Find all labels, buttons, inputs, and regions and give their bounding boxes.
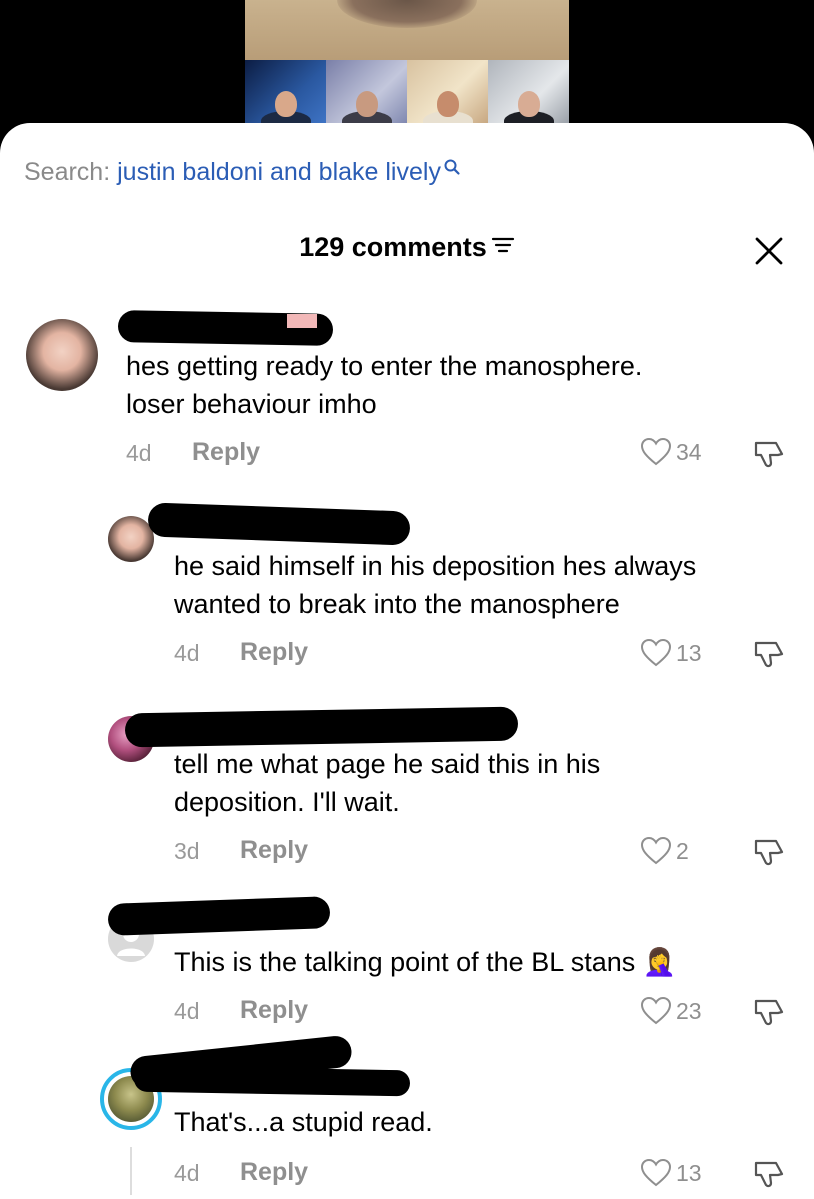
thread-line (130, 1147, 132, 1195)
like-button[interactable]: 34 (640, 437, 702, 467)
flag-icon (287, 314, 317, 328)
search-query-link[interactable]: justin baldoni and blake lively (117, 158, 441, 186)
like-button[interactable]: 23 (640, 996, 702, 1026)
reply-button[interactable]: Reply (240, 1158, 308, 1187)
avatar[interactable] (108, 516, 154, 562)
redacted-username (124, 706, 519, 748)
like-button[interactable]: 13 (640, 1158, 702, 1188)
heart-icon (640, 836, 672, 865)
search-icon[interactable] (443, 154, 461, 183)
comment-text: That's...a stupid read. (174, 1107, 433, 1137)
video-thumbnail-strip (245, 60, 569, 123)
reply-button[interactable]: Reply (240, 996, 308, 1025)
thumbnail-4 (488, 60, 569, 123)
like-button[interactable]: 2 (640, 836, 689, 866)
comment-count: 129 comments (299, 232, 487, 262)
dislike-icon[interactable] (752, 639, 786, 674)
reply-button[interactable]: Reply (240, 836, 308, 865)
thumbnail-2 (326, 60, 407, 123)
comment-time: 4d (174, 640, 200, 666)
reply-button[interactable]: Reply (192, 438, 260, 467)
redacted-username (133, 1065, 411, 1097)
comment-text: hes getting ready to enter the manospher… (126, 351, 643, 419)
heart-icon (640, 996, 672, 1025)
dislike-icon[interactable] (752, 997, 786, 1032)
heart-icon (640, 1158, 672, 1187)
comment-text: This is the talking point of the BL stan… (174, 947, 677, 977)
heart-icon (640, 638, 672, 667)
comment-time: 4d (126, 440, 152, 466)
dislike-icon[interactable] (752, 1159, 786, 1194)
heart-icon (640, 437, 672, 466)
dislike-icon[interactable] (752, 439, 786, 474)
comment-text: he said himself in his deposition hes al… (174, 551, 697, 619)
comment-time: 4d (174, 1160, 200, 1186)
like-button[interactable]: 13 (640, 638, 702, 668)
comment-time: 4d (174, 998, 200, 1024)
reply-button[interactable]: Reply (240, 638, 308, 667)
search-label: Search: (24, 158, 111, 186)
like-count: 23 (676, 997, 702, 1024)
filter-icon[interactable] (491, 231, 515, 262)
like-count: 34 (676, 438, 702, 465)
search-suggestion[interactable]: Search: justin baldoni and blake lively (24, 158, 461, 187)
thumbnail-3 (407, 60, 488, 123)
comments-header: 129 comments (0, 232, 814, 263)
like-count: 13 (676, 1159, 702, 1186)
comment-text: tell me what page he said this in his dep… (174, 749, 601, 817)
avatar[interactable] (26, 319, 98, 391)
thumbnail-1 (245, 60, 326, 123)
video-preview[interactable] (245, 0, 569, 60)
dislike-icon[interactable] (752, 837, 786, 872)
like-count: 2 (676, 837, 689, 864)
comment-time: 3d (174, 838, 200, 864)
like-count: 13 (676, 639, 702, 666)
close-icon[interactable] (752, 234, 786, 268)
